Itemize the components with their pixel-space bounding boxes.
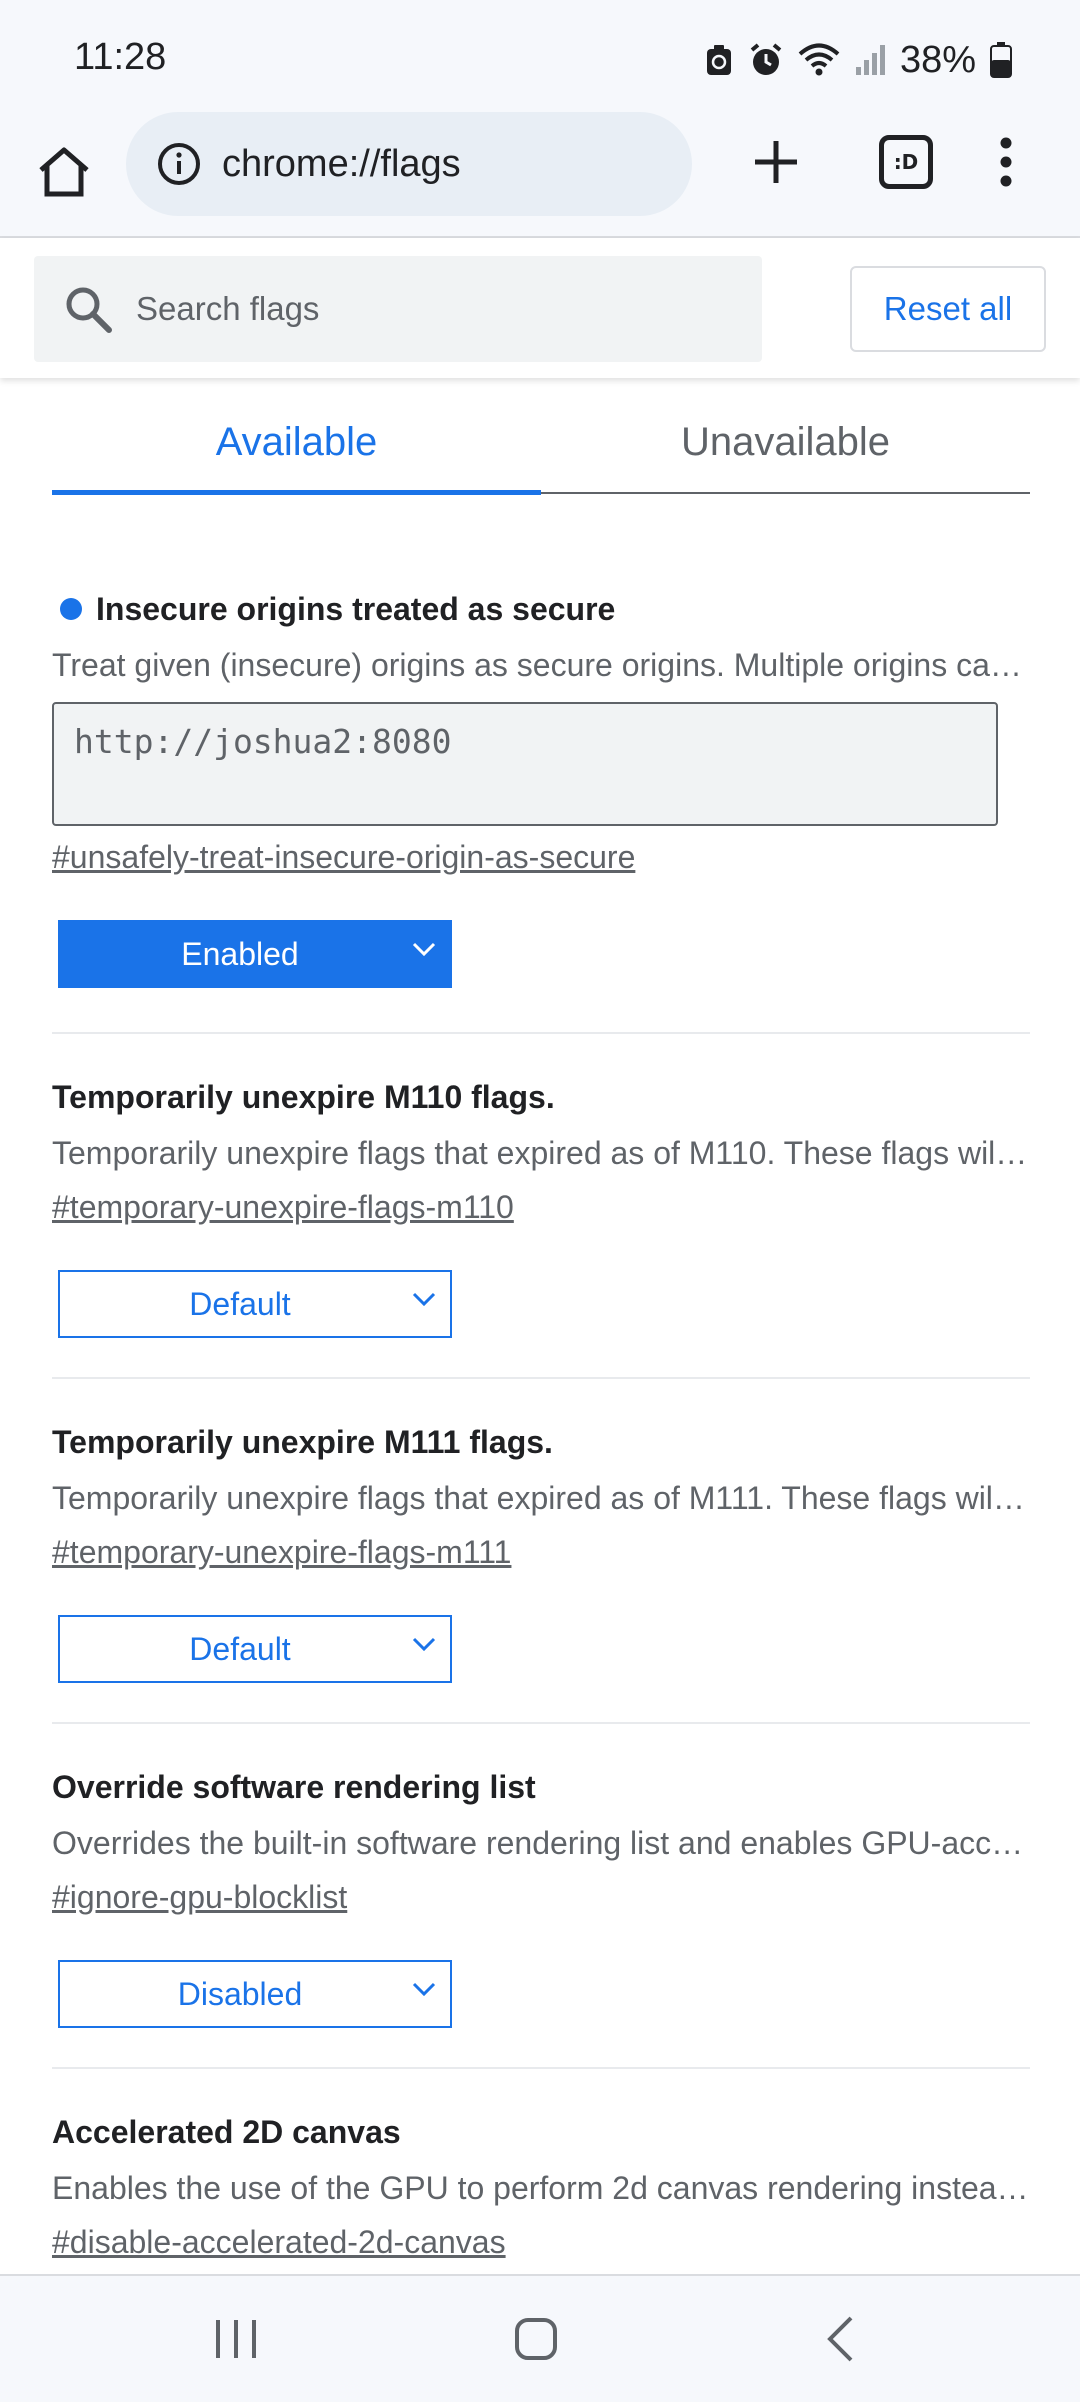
active-tab-indicator [52,490,541,495]
modified-indicator-icon [60,598,82,620]
system-nav-bar [0,2274,1080,2402]
flag-divider [52,1722,1030,1724]
chevron-down-icon [412,1982,436,1996]
battery-saver-icon [706,45,731,75]
overflow-menu-button[interactable] [982,126,1030,198]
origins-textarea[interactable]: http://joshua2:8080 [52,702,998,826]
tab-switcher-icon: :D [879,135,933,189]
flag-description: Treat given (insecure) origins as secure… [52,647,1030,683]
flag-state-label: Disabled [177,1975,303,2012]
flag-state-select[interactable]: Default [58,1270,452,1338]
flag-link[interactable]: #temporary-unexpire-flags-m111 [52,1529,511,1575]
status-time: 11:28 [74,36,167,78]
flag-title: Temporarily unexpire M111 flags. [52,1423,553,1460]
wifi-icon [798,43,840,76]
flag-title: Accelerated 2D canvas [52,2113,401,2150]
battery-percent: 38% [899,38,976,81]
new-tab-button[interactable] [744,130,808,194]
flag-item: Temporarily unexpire M110 flags. Tempora… [52,1074,1030,1338]
tab-available[interactable]: Available [52,390,541,494]
more-vert-icon [1000,137,1012,187]
flag-description: Overrides the built-in software renderin… [52,1825,1030,1861]
home-button[interactable] [34,132,94,212]
battery-icon [990,42,1012,78]
chevron-down-icon [412,1292,436,1306]
address-bar[interactable]: chrome://flags [126,112,692,216]
search-box[interactable] [34,256,762,362]
recent-apps-button[interactable] [196,2306,276,2372]
chevron-down-icon [412,942,436,956]
home-nav-icon [515,2318,557,2360]
flag-description: Temporarily unexpire flags that expired … [52,1135,1030,1171]
status-icons: 38% [704,36,1012,84]
plus-icon [755,141,797,183]
signal-icon [855,45,885,75]
alarm-icon [750,43,782,75]
flag-divider [52,2067,1030,2069]
url-text: chrome://flags [222,142,461,185]
flag-description: Temporarily unexpire flags that expired … [52,1480,1030,1516]
flag-state-label: Enabled [181,935,299,972]
flag-state-label: Default [189,1285,291,1322]
flag-title-row: Insecure origins treated as secure [52,586,1030,632]
flag-item: Temporarily unexpire M111 flags. Tempora… [52,1419,1030,1683]
flag-state-select[interactable]: Enabled [58,920,452,988]
chevron-down-icon [412,1637,436,1651]
flags-search-header: Reset all [0,238,1080,378]
reset-all-button[interactable]: Reset all [850,266,1046,352]
flag-item: Accelerated 2D canvas Enables the use of… [52,2109,1030,2265]
status-bar: 11:28 38% [0,0,1080,112]
flag-item: Override software rendering list Overrid… [52,1764,1030,2028]
home-icon [39,147,89,197]
tab-unavailable[interactable]: Unavailable [541,390,1030,494]
tab-switcher-button[interactable]: :D [872,128,940,196]
flag-title: Temporarily unexpire M110 flags. [52,1078,555,1115]
flag-link[interactable]: #unsafely-treat-insecure-origin-as-secur… [52,834,635,880]
flags-tabs: Available Unavailable [52,390,1030,496]
home-nav-button[interactable] [496,2306,576,2372]
flag-item: Insecure origins treated as secure Treat… [52,586,1030,988]
flag-description: Enables the use of the GPU to perform 2d… [52,2170,1030,2206]
flag-state-label: Default [189,1630,291,1667]
flag-state-select[interactable]: Default [58,1615,452,1683]
back-button[interactable] [800,2306,880,2372]
info-icon[interactable] [154,139,204,189]
flag-title: Override software rendering list [52,1768,536,1805]
flag-link[interactable]: #disable-accelerated-2d-canvas [52,2219,506,2265]
flag-divider [52,1032,1030,1034]
recent-apps-icon [216,2320,256,2358]
flag-link[interactable]: #temporary-unexpire-flags-m110 [52,1184,514,1230]
browser-toolbar: chrome://flags :D [0,112,1080,236]
search-input[interactable] [134,289,738,329]
flag-link[interactable]: #ignore-gpu-blocklist [52,1874,347,1920]
tab-switcher-label: :D [893,150,919,174]
flag-divider [52,1377,1030,1379]
flag-state-select[interactable]: Disabled [58,1960,452,2028]
search-icon [62,283,114,335]
back-icon [827,2316,853,2362]
flag-title: Insecure origins treated as secure [96,590,616,627]
